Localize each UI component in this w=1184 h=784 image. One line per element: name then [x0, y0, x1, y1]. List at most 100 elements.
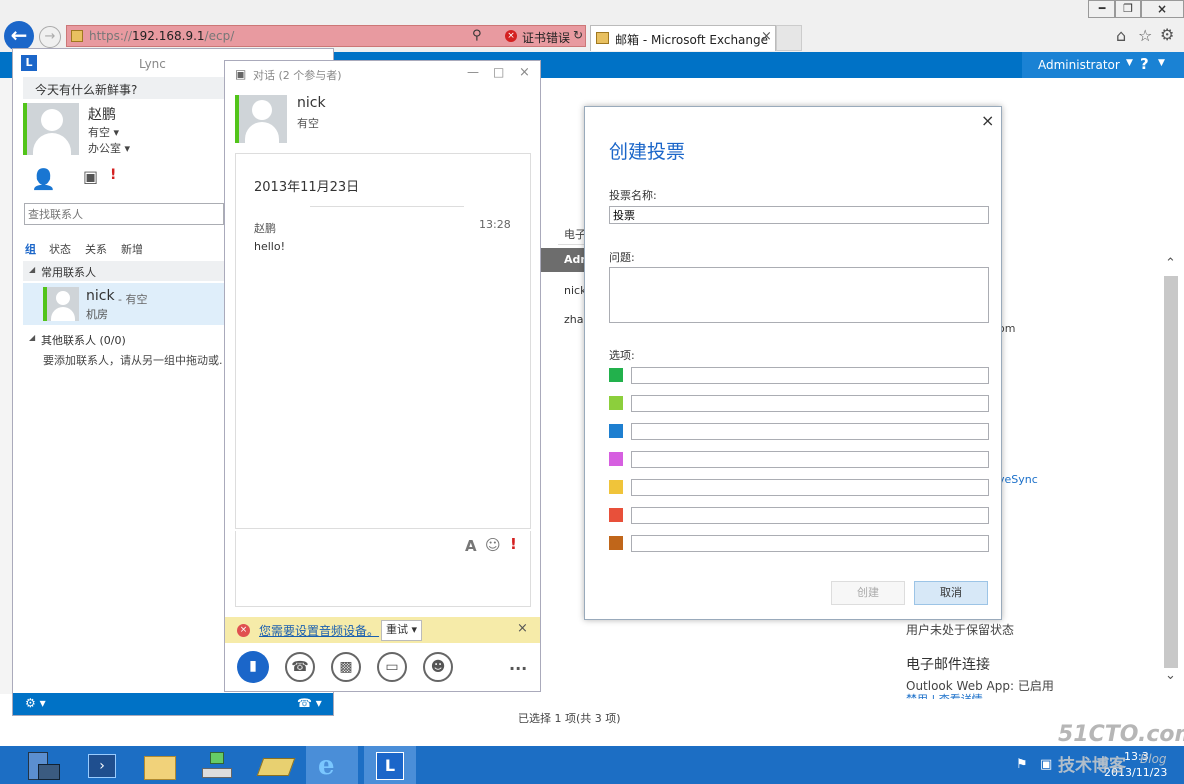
- tab-close-icon[interactable]: ×: [761, 29, 772, 44]
- favorites-star-icon[interactable]: ☆: [1138, 26, 1152, 45]
- emoticon-icon[interactable]: ☺: [485, 536, 501, 554]
- scroll-thumb[interactable]: [1164, 276, 1178, 668]
- tray-flag-icon[interactable]: ⚑: [1016, 757, 1028, 772]
- participant-avatar[interactable]: [235, 95, 287, 143]
- new-tab-area[interactable]: [776, 25, 802, 51]
- option-color-swatch: [609, 536, 623, 550]
- powershell-icon[interactable]: ›: [74, 746, 126, 784]
- search-icon[interactable]: ⚲: [472, 28, 482, 43]
- contacts-icon[interactable]: 👤: [31, 167, 56, 191]
- importance-icon[interactable]: !: [510, 535, 517, 553]
- tab-status[interactable]: 状态: [49, 241, 71, 257]
- option-input[interactable]: [631, 451, 989, 468]
- avatar-body-icon: [245, 122, 279, 143]
- window-controls: ━ ❐ ×: [1088, 0, 1184, 18]
- font-icon[interactable]: A: [465, 537, 477, 555]
- conversation-window: ▣ 对话 (2 个参与者) — □ × nick 有空 2013年11月23日 …: [224, 60, 541, 692]
- video-icon: ▩: [339, 659, 353, 675]
- minimize-button[interactable]: ━: [1088, 0, 1116, 18]
- dialog-close-icon[interactable]: ×: [981, 111, 994, 130]
- conv-minimize-button[interactable]: —: [467, 65, 479, 79]
- owa-links[interactable]: 禁用 | 查看详情: [906, 691, 983, 699]
- home-icon[interactable]: ⌂: [1116, 26, 1126, 45]
- question-label: 问题:: [609, 251, 635, 264]
- self-name: 赵鹏: [88, 107, 116, 123]
- restore-button[interactable]: ❐: [1114, 0, 1142, 18]
- option-input[interactable]: [631, 479, 989, 496]
- tray-network-icon[interactable]: ▣: [1040, 757, 1052, 772]
- address-bar[interactable]: https://192.168.9.1/ecp/ ⚲ × 证书错误 ↻: [66, 25, 586, 47]
- alert-close-icon[interactable]: ×: [517, 621, 528, 636]
- present-button[interactable]: ▭: [377, 652, 407, 682]
- self-location[interactable]: 办公室 ▾: [88, 140, 130, 156]
- network-icon[interactable]: [190, 746, 242, 784]
- option-color-swatch: [609, 508, 623, 522]
- ecp-detail-fragment[interactable]: veSync: [998, 473, 1038, 486]
- option-input[interactable]: [631, 367, 989, 384]
- audio-alert-link[interactable]: 您需要设置音频设备。: [259, 622, 379, 639]
- tab-new[interactable]: 新增: [121, 241, 143, 257]
- lync-logo-icon: L: [21, 55, 37, 71]
- option-input[interactable]: [631, 507, 989, 524]
- participants-button[interactable]: ☻: [423, 652, 453, 682]
- back-button[interactable]: ←: [4, 21, 34, 51]
- forward-button[interactable]: →: [39, 26, 61, 48]
- cancel-button[interactable]: 取消: [914, 581, 988, 605]
- more-options-icon[interactable]: ...: [509, 655, 527, 674]
- video-button[interactable]: ▩: [331, 652, 361, 682]
- refresh-icon[interactable]: ↻: [573, 28, 583, 42]
- option-input[interactable]: [631, 423, 989, 440]
- date-divider: [310, 206, 464, 207]
- contact-status: - 有空: [118, 293, 148, 306]
- call-button[interactable]: ☎: [285, 652, 315, 682]
- options-icon[interactable]: ⚙ ▾: [25, 696, 46, 710]
- ie-icon[interactable]: e: [306, 746, 358, 784]
- lync-taskbar-icon[interactable]: L: [364, 746, 416, 784]
- dialog-title: 创建投票: [609, 141, 686, 163]
- option-input[interactable]: [631, 395, 989, 412]
- settings-gear-icon[interactable]: ⚙: [1160, 25, 1174, 44]
- scroll-down-icon[interactable]: ⌄: [1165, 668, 1176, 683]
- contact-avatar: [43, 287, 79, 321]
- create-button[interactable]: 创建: [831, 581, 905, 605]
- scroll-up-icon[interactable]: ⌃: [1165, 256, 1176, 271]
- retry-button[interactable]: 重试 ▾: [381, 620, 423, 641]
- tab-title: 邮箱 - Microsoft Exchange: [615, 33, 769, 47]
- compose-area[interactable]: A ☺ !: [235, 531, 531, 607]
- server-manager-icon[interactable]: [16, 746, 68, 784]
- help-label[interactable]: ?: [1140, 55, 1149, 73]
- option-input[interactable]: [631, 535, 989, 552]
- ecp-scrollbar[interactable]: ⌃ ⌄: [1162, 256, 1180, 686]
- option-color-swatch: [609, 424, 623, 438]
- conversations-icon[interactable]: ▣: [83, 167, 107, 186]
- option-color-swatch: [609, 396, 623, 410]
- conv-close-button[interactable]: ×: [519, 65, 530, 80]
- phone-options-icon[interactable]: ☎ ▾: [297, 696, 322, 710]
- self-avatar[interactable]: [23, 103, 79, 155]
- exchange-tool-icon[interactable]: [248, 746, 300, 784]
- options-label: 选项:: [609, 349, 635, 362]
- tab-groups[interactable]: 组: [25, 241, 36, 257]
- file-explorer-icon[interactable]: [132, 746, 184, 784]
- question-textarea[interactable]: [609, 267, 989, 323]
- poll-name-input[interactable]: [609, 206, 989, 224]
- cert-error-label[interactable]: 证书错误: [522, 29, 570, 46]
- ecp-selected-row[interactable]: Adm: [541, 248, 592, 272]
- close-window-button[interactable]: ×: [1140, 0, 1184, 18]
- search-contacts-input[interactable]: [24, 203, 224, 225]
- ecp-admin-area[interactable]: Administrator ▼ ? ▼: [1022, 52, 1184, 78]
- tab-relationships[interactable]: 关系: [85, 241, 107, 257]
- contact-location: 机房: [86, 308, 108, 321]
- email-conn-title: 电子邮件连接: [906, 657, 990, 673]
- im-button[interactable]: ▮: [237, 651, 269, 683]
- lync-title: Lync: [139, 57, 166, 71]
- watermark-blog: Blog: [1140, 752, 1167, 766]
- admin-label[interactable]: Administrator: [1038, 58, 1120, 72]
- taskbar: › e L ⚑ ▣ 13:3 2013/11/23: [0, 746, 1184, 784]
- other-hint: 要添加联系人，请从另一组中拖动或...: [43, 354, 223, 367]
- conv-maximize-button[interactable]: □: [493, 65, 504, 79]
- browser-tab[interactable]: 邮箱 - Microsoft Exchange ×: [590, 25, 776, 51]
- self-status[interactable]: 有空 ▾: [88, 124, 119, 140]
- back-arrow-icon: ←: [10, 23, 28, 47]
- page-icon: [71, 30, 83, 42]
